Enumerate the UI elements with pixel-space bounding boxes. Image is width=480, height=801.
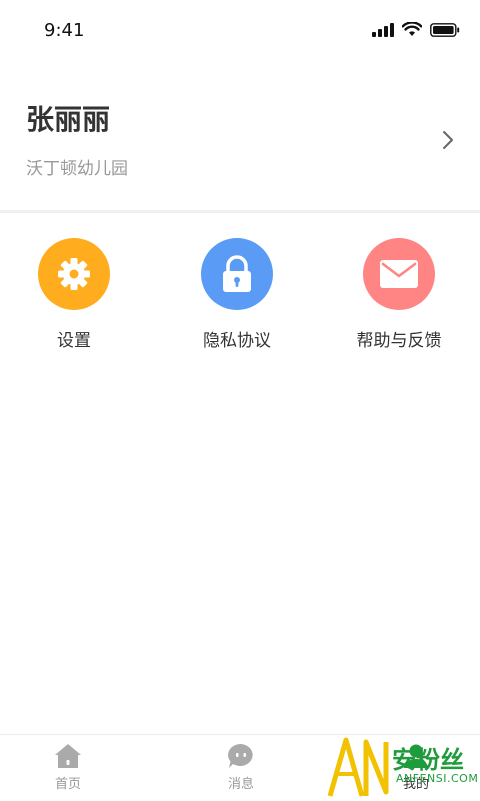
status-time: 9:41 [44, 20, 85, 41]
profile-header[interactable]: 张丽丽 沃丁顿幼儿园 [0, 62, 480, 210]
profile-icon [404, 744, 428, 768]
menu-item-help-feedback[interactable]: 帮助与反馈 [329, 238, 469, 351]
tab-profile[interactable]: 我的 [376, 743, 456, 792]
status-bar: 9:41 [0, 0, 480, 62]
tab-label: 首页 [54, 777, 81, 792]
privacy-circle [201, 238, 273, 310]
tab-label: 我的 [402, 777, 429, 792]
lock-icon [223, 255, 251, 292]
home-icon [55, 744, 81, 768]
chevron-right-icon[interactable] [442, 130, 454, 150]
mail-icon [380, 260, 418, 288]
cellular-signal-icon [372, 22, 394, 37]
profile-school: 沃丁顿幼儿园 [26, 159, 128, 179]
bottom-tab-bar: 首页 消息 我的 [0, 734, 480, 801]
menu-grid: 设置 隐私协议 帮助与反馈 [0, 238, 480, 358]
menu-item-label: 隐私协议 [203, 331, 271, 351]
help-circle [363, 238, 435, 310]
battery-icon [430, 22, 460, 37]
menu-item-settings[interactable]: 设置 [4, 238, 144, 351]
gear-icon [58, 258, 90, 290]
tab-home[interactable]: 首页 [28, 743, 108, 792]
message-icon [228, 743, 253, 768]
status-icons [372, 22, 460, 37]
section-divider [0, 210, 480, 213]
menu-item-label: 设置 [57, 331, 91, 351]
tab-label: 消息 [227, 777, 254, 792]
menu-item-privacy[interactable]: 隐私协议 [167, 238, 307, 351]
tab-messages[interactable]: 消息 [201, 743, 281, 792]
menu-item-label: 帮助与反馈 [356, 331, 442, 351]
settings-circle [38, 238, 110, 310]
profile-name: 张丽丽 [26, 103, 111, 136]
wifi-icon [402, 22, 422, 36]
